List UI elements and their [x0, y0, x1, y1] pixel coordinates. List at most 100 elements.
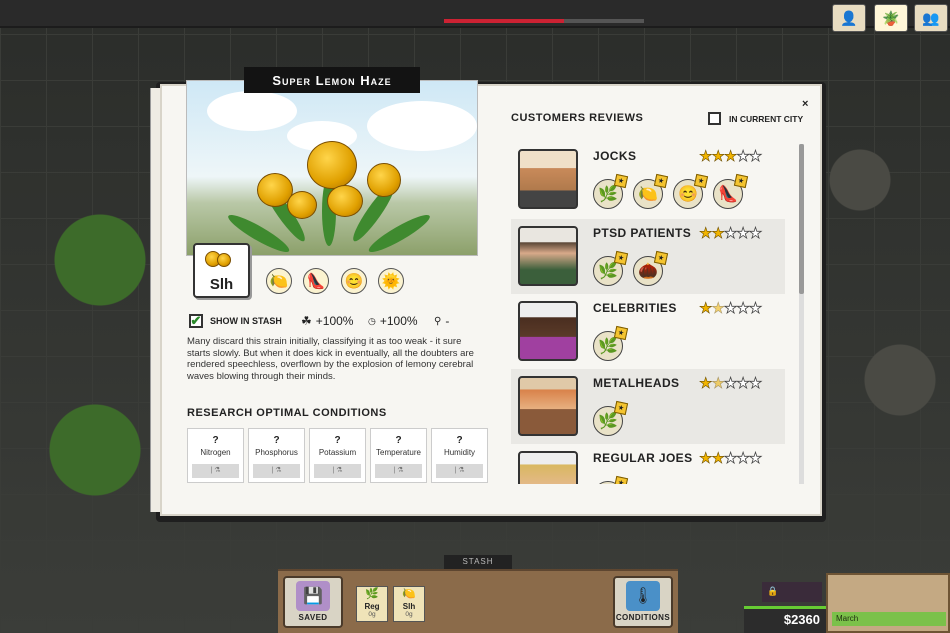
group-name: METALHEADS	[593, 376, 680, 390]
cloud	[207, 91, 297, 131]
stash-item-amount: 0g	[405, 611, 413, 618]
cannabis-leaf-icon: 🌿★	[593, 173, 629, 209]
review-row-jocks[interactable]: JOCKS ★★★★★ 🌿 ★ 🍋 ★ 😊 ★ 👠 ★	[511, 142, 785, 217]
stash-tab[interactable]: STASH	[444, 555, 512, 569]
avatar-celebrities	[518, 301, 578, 361]
cannabis-leaf-icon: 🌿	[365, 588, 379, 600]
potency-value: +100%	[315, 314, 354, 328]
condition-phosphorus[interactable]: ? Phosphorus | ⚗	[248, 428, 305, 483]
saved-label: SAVED	[298, 613, 328, 622]
floppy-disk-icon: 💾	[296, 581, 330, 611]
saved-button[interactable]: 💾 SAVED	[283, 576, 343, 628]
condition-name: Temperature	[376, 448, 421, 457]
show-in-stash-checkbox[interactable]: ✔	[189, 313, 203, 328]
stash-item-amount: 0g	[368, 611, 376, 618]
research-slot[interactable]: | ⚗	[192, 464, 239, 478]
research-slot[interactable]: | ⚗	[314, 464, 361, 478]
sun-face-icon[interactable]: 🌞	[378, 268, 404, 294]
high-heel-icon: 👠 ★	[713, 173, 749, 209]
thermometer-icon: 🌡	[626, 581, 660, 611]
award-stat: ⚲ -	[434, 314, 449, 328]
rating-stars: ★★★★★	[699, 148, 763, 165]
avatar-jocks	[518, 149, 578, 209]
research-heading: RESEARCH OPTIMAL CONDITIONS	[187, 407, 387, 419]
strain-bud-icon	[203, 249, 239, 269]
review-row-celebrities[interactable]: CELEBRITIES ★★★★★ 🌿 ★	[511, 294, 785, 369]
top-progress-fill	[444, 19, 564, 23]
condition-potassium[interactable]: ? Potassium | ⚗	[309, 428, 366, 483]
lemon-icon[interactable]: 🍋	[266, 268, 292, 294]
close-icon[interactable]: ×	[802, 98, 808, 110]
in-current-city-label: IN CURRENT CITY	[729, 114, 804, 124]
in-current-city-checkbox[interactable]	[708, 112, 721, 125]
group-name: JOCKS	[593, 149, 637, 163]
rating-stars: ★★★★★	[699, 450, 763, 467]
cannabis-leaf-icon: ☘	[301, 314, 312, 328]
plant-bud	[367, 163, 401, 197]
stash-item-label: Reg	[364, 602, 380, 611]
condition-temperature[interactable]: ? Temperature | ⚗	[370, 428, 427, 483]
stash-item-reg[interactable]: 🌿 Reg 0g	[356, 586, 388, 622]
research-slot[interactable]: | ⚗	[375, 464, 422, 478]
award-value: -	[445, 314, 450, 328]
plant-bud	[327, 185, 363, 217]
smiley-icon[interactable]: 😊	[341, 268, 367, 294]
conditions-button[interactable]: 🌡 CONDITIONS	[613, 576, 673, 628]
condition-name: Potassium	[318, 448, 357, 457]
condition-name: Humidity	[443, 448, 476, 457]
money-display: $2360	[744, 606, 826, 633]
condition-value: ?	[212, 435, 219, 446]
strain-photo	[186, 80, 478, 256]
show-in-stash-label: SHOW IN STASH	[210, 316, 282, 326]
potency-stat: ☘ +100%	[301, 314, 353, 328]
review-row-ptsd-patients[interactable]: PTSD PATIENTS ★★★★★ 🌿 ★ 🌰 ★	[511, 219, 785, 294]
condition-name: Phosphorus	[255, 448, 298, 457]
grower-icon[interactable]: 👤	[832, 4, 866, 32]
avatar-metalheads	[518, 376, 578, 436]
condition-name: Nitrogen	[200, 448, 231, 457]
condition-nitrogen[interactable]: ? Nitrogen | ⚗	[187, 428, 244, 483]
review-row-regular-joes[interactable]: REGULAR JOES ★★★★★ 🌿★	[511, 444, 785, 484]
rating-stars: ★★★★★	[699, 300, 763, 317]
avatar-regular-joes	[518, 451, 578, 484]
stash-item-slh[interactable]: 🍋 Slh 0g	[393, 586, 425, 622]
high-heel-icon[interactable]: 👠	[303, 268, 329, 294]
customer-review-list[interactable]: JOCKS ★★★★★ 🌿 ★ 🍋 ★ 😊 ★ 👠 ★ PTSD PATIENTS ★★…	[511, 142, 797, 484]
condition-value: ?	[273, 435, 280, 446]
strain-abbreviation: Slh	[209, 276, 234, 293]
cannabis-leaf-icon: 🌿★	[593, 400, 629, 436]
growth-value: +100%	[379, 314, 418, 328]
month-indicator: March	[832, 612, 946, 626]
cloud	[367, 101, 477, 151]
growth-stat: ◷ +100%	[368, 314, 418, 328]
review-row-metalheads[interactable]: METALHEADS ★★★★★ 🌿 ★	[511, 369, 785, 444]
condition-value: ?	[334, 435, 341, 446]
group-name: REGULAR JOES	[593, 451, 693, 465]
strain-card: Slh	[193, 243, 250, 298]
cannabis-leaf-icon: 🌿★	[593, 250, 629, 286]
plant-pot-icon[interactable]: 🪴	[874, 4, 908, 32]
rating-stars: ★★★★★	[699, 225, 763, 242]
lemon-icon: 🍋 ★	[633, 173, 669, 209]
plant-bud	[307, 141, 357, 189]
lock-icon: 🔒	[767, 586, 779, 596]
condition-humidity[interactable]: ? Humidity | ⚗	[431, 428, 488, 483]
locked-slot: 🔒	[762, 582, 822, 602]
plant-bud	[287, 191, 317, 219]
customers-icon[interactable]: 👥	[914, 4, 948, 32]
avatar-ptsd-patients	[518, 226, 578, 286]
stash-item-label: Slh	[402, 602, 416, 611]
medal-icon: ⚲	[434, 315, 442, 327]
research-slot[interactable]: | ⚗	[253, 464, 300, 478]
smiley-icon: 😊 ★	[673, 173, 709, 209]
group-name: CELEBRITIES	[593, 301, 677, 315]
condition-value: ?	[395, 435, 402, 446]
strain-description: Many discard this strain initially, clas…	[187, 336, 474, 382]
cannabis-leaf-icon: 🌿★	[593, 325, 629, 361]
reviews-scrollbar-thumb[interactable]	[799, 144, 804, 294]
top-hud-strip	[0, 0, 950, 28]
cannabis-leaf-icon: 🌿★	[593, 475, 629, 484]
group-name: PTSD PATIENTS	[593, 226, 692, 240]
conditions-label: CONDITIONS	[615, 613, 671, 622]
research-slot[interactable]: | ⚗	[436, 464, 483, 478]
